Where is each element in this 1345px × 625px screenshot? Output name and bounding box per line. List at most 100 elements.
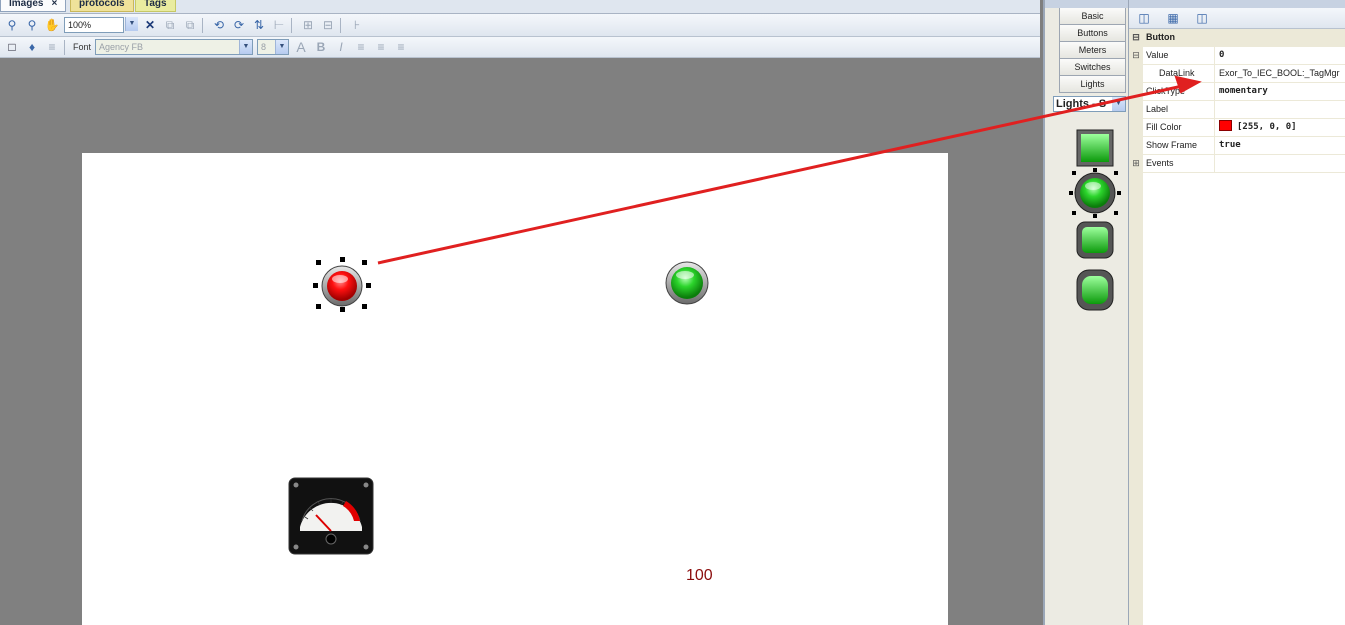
palette-rounded-square-light[interactable] [1075, 220, 1115, 260]
alphabetical-view-icon[interactable]: ▦ [1165, 10, 1181, 26]
italic-icon[interactable]: I [333, 39, 349, 55]
chevron-down-icon: ▼ [1112, 97, 1125, 111]
toolbar-separator [291, 17, 292, 33]
fill-color-icon[interactable]: ♦ [24, 39, 40, 55]
property-row-fill-color[interactable]: Fill Color [255, 0, 0] [1129, 119, 1345, 137]
palette-rounded-light[interactable] [1075, 268, 1115, 312]
zoom-combo[interactable]: 100% [64, 17, 124, 33]
zoom-dropdown-arrow[interactable]: ▼ [124, 17, 138, 33]
toolbar-separator [202, 17, 203, 33]
align-left-icon[interactable]: ⊢ [271, 17, 287, 33]
distribute-icon[interactable]: ⊦ [349, 17, 365, 33]
color-swatch [1219, 120, 1232, 131]
toolbar-separator [64, 39, 65, 55]
chevron-down-icon: ▼ [275, 40, 289, 54]
selection-handle[interactable] [316, 304, 321, 309]
expand-icon[interactable]: ⊞ [1129, 155, 1143, 172]
property-value[interactable] [1215, 155, 1345, 172]
property-row-show-frame[interactable]: Show Frame true [1129, 137, 1345, 155]
palette-category-meters[interactable]: Meters [1059, 42, 1126, 59]
pan-hand-icon[interactable]: ✋ [44, 17, 60, 33]
property-name: DataLink [1143, 65, 1215, 82]
property-name: Label [1143, 101, 1215, 118]
property-name: ClickType [1143, 83, 1215, 100]
palette-category-basic[interactable]: Basic [1059, 8, 1126, 25]
chevron-down-icon: ▼ [125, 17, 138, 31]
rotate-left-icon[interactable]: ⟲ [211, 17, 227, 33]
flip-icon[interactable]: ⇅ [251, 17, 267, 33]
font-label: Font [73, 42, 92, 52]
palette-square-light[interactable] [1075, 128, 1115, 168]
numeric-display[interactable]: 100 [686, 567, 713, 585]
property-category-button[interactable]: ⊟ Button [1129, 29, 1345, 47]
red-light-button[interactable] [318, 262, 366, 310]
tab-protocols[interactable]: protocols [70, 0, 134, 12]
align-right-text-icon[interactable]: ≡ [393, 39, 409, 55]
collapse-icon[interactable]: ⊟ [1129, 47, 1143, 64]
ungroup-icon[interactable]: ⊟ [320, 17, 336, 33]
properties-header [1129, 0, 1345, 8]
align-center-text-icon[interactable]: ≡ [373, 39, 389, 55]
align-left-text-icon[interactable]: ≡ [353, 39, 369, 55]
property-row-label[interactable]: Label [1129, 101, 1345, 119]
paste-icon[interactable]: ⧉ [182, 17, 198, 33]
collapse-icon[interactable]: ⊟ [1129, 29, 1143, 46]
delete-icon[interactable]: ✕ [142, 17, 158, 33]
tab-images-label: Images [9, 0, 44, 9]
property-name: Fill Color [1143, 119, 1215, 136]
property-row-datalink[interactable]: DataLink Exor_To_IEC_BOOL:_TagMgr [1129, 65, 1345, 83]
zoom-in-icon[interactable]: ⚲ [24, 17, 40, 33]
line-style-icon[interactable]: ≡ [44, 39, 60, 55]
frame-icon[interactable]: □ [4, 39, 20, 55]
copy-icon[interactable]: ⧉ [162, 17, 178, 33]
font-family-value: Agency FB [99, 42, 144, 52]
palette-round-light-selected[interactable] [1069, 168, 1121, 218]
property-value[interactable]: Exor_To_IEC_BOOL:_TagMgr [1215, 65, 1345, 82]
property-row-events[interactable]: ⊞ Events [1129, 155, 1345, 173]
object-palette: Basic Buttons Meters Switches Lights Lig… [1043, 0, 1128, 625]
row-spacer [1129, 101, 1143, 118]
palette-header [1045, 0, 1128, 8]
tab-images[interactable]: Images × [0, 0, 67, 12]
green-light-indicator[interactable] [664, 260, 710, 306]
property-category-label: Button [1146, 32, 1175, 42]
bold-icon[interactable]: B [313, 39, 329, 55]
palette-category-switches[interactable]: Switches [1059, 59, 1126, 76]
tab-close-icon[interactable]: × [51, 0, 57, 9]
analog-meter-gauge[interactable] [288, 477, 374, 555]
selection-handle[interactable] [362, 304, 367, 309]
chevron-down-icon: ▼ [239, 40, 253, 54]
selection-handle[interactable] [316, 260, 321, 265]
tab-tags-label: Tags [144, 0, 167, 9]
property-row-clicktype[interactable]: ClickType momentary [1129, 83, 1345, 101]
page-canvas[interactable]: 100 [82, 153, 948, 625]
zoom-out-icon[interactable]: ⚲ [4, 17, 20, 33]
rotate-right-icon[interactable]: ⟳ [231, 17, 247, 33]
property-row-value[interactable]: ⊟ Value 0 [1129, 47, 1345, 65]
palette-subcategory-select[interactable]: Lights - S ▼ [1053, 96, 1126, 112]
palette-category-buttons[interactable]: Buttons [1059, 25, 1126, 42]
group-icon[interactable]: ⊞ [300, 17, 316, 33]
property-value[interactable] [1215, 101, 1345, 118]
property-value[interactable]: momentary [1215, 83, 1345, 100]
selection-handle[interactable] [366, 283, 371, 288]
tab-tags[interactable]: Tags [135, 0, 176, 12]
property-value[interactable]: 0 [1215, 47, 1345, 64]
property-pages-icon[interactable]: ◫ [1194, 10, 1210, 26]
selection-handle[interactable] [362, 260, 367, 265]
selection-handle[interactable] [340, 307, 345, 312]
row-spacer [1129, 83, 1143, 100]
selection-handle[interactable] [340, 257, 345, 262]
selection-handle[interactable] [313, 283, 318, 288]
palette-category-lights[interactable]: Lights [1059, 76, 1126, 93]
property-name: Events [1143, 155, 1215, 172]
property-value-cell[interactable]: [255, 0, 0] [1215, 119, 1345, 136]
font-family-select[interactable]: Agency FB ▼ [95, 39, 254, 55]
categorized-view-icon[interactable]: ◫ [1136, 10, 1152, 26]
property-grid: ⊟ Button ⊟ Value 0 DataLink Exor_To_IEC_… [1129, 29, 1345, 625]
toolbar-separator [340, 17, 341, 33]
font-color-icon[interactable]: A [293, 39, 309, 55]
property-value[interactable]: true [1215, 137, 1345, 154]
property-value: [255, 0, 0] [1237, 122, 1297, 132]
font-size-select[interactable]: 8 ▼ [257, 39, 290, 55]
